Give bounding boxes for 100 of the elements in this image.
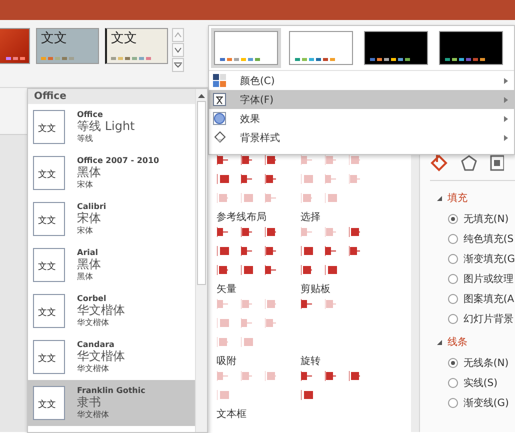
theme-thumbnail[interactable]: 文文 (36, 28, 99, 64)
heading-font-name: 等线 Light (77, 120, 135, 133)
group-title: 剪贴板 (300, 282, 332, 297)
font-preview: 文文 (33, 156, 65, 190)
tool-icon[interactable] (348, 245, 361, 257)
radio-label: 无填充(N) (463, 212, 509, 226)
body-font-name: 宋体 (77, 225, 94, 236)
font-option[interactable]: 文文 Corbel 华文楷体 华文楷体 (28, 288, 195, 334)
more-button[interactable] (172, 58, 184, 72)
tool-icon[interactable] (300, 370, 313, 382)
tool-icon[interactable] (324, 264, 337, 276)
tool-icon[interactable] (300, 389, 313, 401)
tool-icon[interactable] (240, 154, 253, 166)
tool-icon[interactable] (216, 173, 229, 185)
menu-item-label: 字体(F) (240, 94, 275, 106)
heading-font-name: 宋体 (77, 212, 102, 225)
font-preview: 文文 (33, 248, 65, 282)
font-option[interactable]: 文文 Calibri 宋体 宋体 (28, 196, 195, 242)
radio-button[interactable] (448, 314, 458, 324)
radio-button[interactable] (448, 214, 458, 224)
group-title: 文本框 (216, 408, 248, 422)
variant-thumbnail[interactable] (436, 28, 506, 68)
font-preview: 文文 (33, 340, 65, 374)
menu-header: Office (28, 89, 195, 104)
tool-icon[interactable] (240, 245, 253, 257)
tool-icon[interactable] (300, 298, 313, 310)
heading-font-name: 黑体 (77, 258, 101, 271)
font-option[interactable]: 文文 Candara 华文楷体 华文楷体 (28, 334, 195, 380)
tool-icon[interactable] (216, 264, 229, 276)
radio-button[interactable] (448, 254, 458, 264)
menu-item[interactable]: 效果 (209, 109, 514, 128)
menu-item[interactable]: 背景样式 (209, 128, 514, 147)
variant-thumbnail[interactable] (286, 28, 356, 68)
tool-icon[interactable] (264, 245, 277, 257)
font-option[interactable]: 文文 Office 等线 Light 等线 (28, 104, 195, 150)
circle-icon (213, 112, 226, 125)
radio-button[interactable] (448, 378, 458, 388)
tool-icon[interactable] (240, 264, 253, 276)
radio-label: 图案填充(A (463, 292, 514, 306)
heading-font-name: 华文楷体 (77, 304, 125, 317)
scrollbar[interactable] (195, 89, 207, 432)
tool-icon[interactable] (264, 264, 277, 276)
font-set-name: Arial (77, 248, 100, 258)
font-icon (213, 93, 226, 106)
radio-button[interactable] (448, 398, 458, 408)
font-preview: 文文 (33, 386, 65, 420)
font-set-name: Office 2007 - 2010 (77, 156, 160, 166)
radio-button[interactable] (448, 294, 458, 304)
fill-bucket-icon[interactable] (430, 154, 448, 172)
pentagon-icon[interactable] (460, 154, 478, 172)
tool-icon[interactable] (300, 264, 313, 276)
body-font-name: 华文楷体 (77, 317, 110, 328)
menu-item-label: 颜色(C) (240, 74, 276, 88)
theme-thumbnail[interactable]: 文文 (105, 28, 168, 64)
tool-icon[interactable] (216, 245, 229, 257)
section-title: 填充 (447, 192, 468, 205)
tool-icon[interactable] (324, 370, 337, 382)
tool-icon[interactable] (264, 173, 277, 185)
menu-item[interactable]: 字体(F) (209, 90, 514, 109)
submenu-arrow-icon (504, 78, 508, 84)
heading-font-name: 黑体 (77, 166, 102, 179)
tool-icon[interactable] (216, 154, 229, 166)
tool-icon[interactable] (240, 173, 253, 185)
more-icon (174, 62, 182, 68)
radio-label: 纯色填充(S (463, 232, 514, 246)
tool-icon[interactable] (240, 226, 253, 238)
scroll-down-button[interactable] (172, 43, 184, 57)
menu-item[interactable]: 颜色(C) (209, 71, 514, 90)
tool-icon[interactable] (348, 226, 361, 238)
font-option[interactable]: 文文 Office 2007 - 2010 黑体 宋体 (28, 150, 195, 196)
tool-icon[interactable] (300, 245, 313, 257)
font-option[interactable]: 文文 Franklin Gothic 隶书 华文楷体 (28, 380, 195, 426)
radio-label: 无线条(N) (463, 356, 509, 370)
theme-sample-text: 文文 (111, 32, 138, 46)
group-title: 吸附 (216, 355, 238, 369)
scroll-up-icon (198, 93, 205, 99)
radio-label: 渐变填充(G (463, 252, 515, 266)
radio-label: 渐变线(G) (463, 396, 509, 410)
tool-icon[interactable] (324, 245, 337, 257)
tool-icon[interactable] (264, 226, 277, 238)
tool-icon[interactable] (264, 154, 277, 166)
body-font-name: 华文楷体 (77, 409, 110, 420)
radio-button[interactable] (448, 274, 458, 284)
variant-thumbnail[interactable] (361, 28, 431, 68)
body-font-name: 宋体 (77, 179, 94, 190)
body-font-name: 等线 (77, 133, 94, 144)
radio-button[interactable] (448, 358, 458, 368)
variant-thumbnail[interactable] (211, 28, 281, 68)
radio-label: 实线(S) (463, 376, 498, 390)
font-set-name: Calibri (77, 202, 106, 212)
radio-button[interactable] (448, 234, 458, 244)
font-option[interactable]: 文文 Arial 黑体 黑体 (28, 242, 195, 288)
tool-icon[interactable] (348, 370, 361, 382)
group-title: 矢量 (216, 283, 238, 297)
size-layout-icon[interactable] (490, 154, 504, 172)
section-header[interactable]: 线条 (437, 335, 515, 349)
radio-label: 图片或纹理 (463, 272, 514, 286)
heading-font-name: 华文楷体 (77, 350, 125, 363)
section-header[interactable]: 填充 (437, 191, 515, 205)
tool-icon[interactable] (216, 226, 229, 238)
